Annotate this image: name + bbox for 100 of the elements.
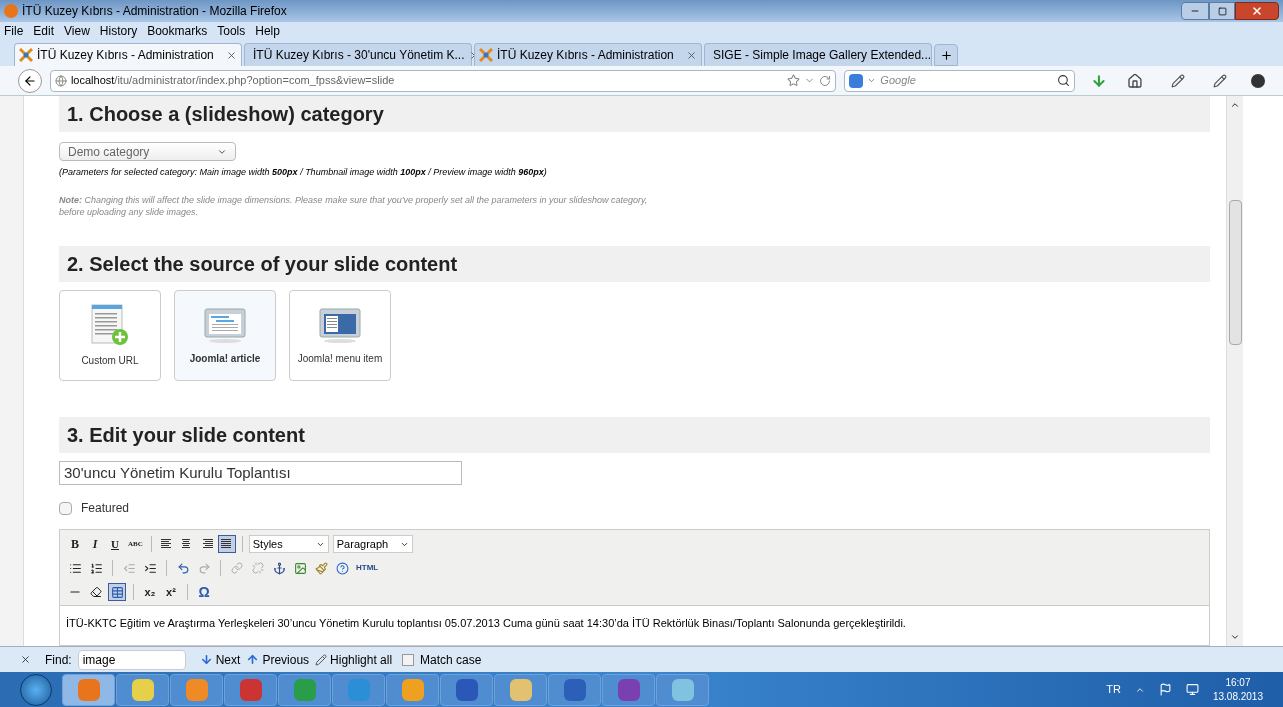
cleanup-button[interactable] (312, 559, 330, 577)
align-lines-icon (220, 539, 233, 549)
paragraph-dropdown[interactable]: Paragraph (332, 535, 413, 553)
image-icon (293, 561, 307, 575)
link-icon (231, 562, 243, 574)
network-icon[interactable] (1185, 683, 1199, 696)
source-card[interactable]: Joomla! menu item (289, 289, 391, 381)
app-icon (185, 678, 208, 701)
editor-text: İTÜ-KKTC Eğitim ve Araştırma Yerleşkeleri 30’uncu Yönetim Kurulu toplantısı 05.07.2013 Cuma günü saat 14:30’da İTÜ Rektörlük Binası/Toplantı Salonunda gerçekleştirildi. (66, 617, 906, 629)
next-button[interactable]: Next (199, 650, 241, 669)
pen-icon (315, 653, 328, 666)
minimize-button[interactable] (1181, 2, 1209, 20)
bookmark-star-icon[interactable] (787, 74, 801, 87)
tab-title: İTÜ Kuzey Kıbrıs - Administration (37, 47, 215, 64)
table-icon (110, 585, 124, 599)
numbered-list-icon (89, 561, 103, 575)
search-field[interactable]: Google (844, 69, 1076, 92)
subscript-button[interactable]: x₂ (141, 583, 159, 601)
category-note: Note: Changing this will affect the slide image dimensions. Please make sure that you've properly set all the parameters in your slideshow category, before uploading any slide images. (59, 193, 649, 218)
maximize-icon (1217, 6, 1227, 16)
pen-icon[interactable] (1171, 73, 1186, 88)
help-button[interactable] (333, 559, 351, 577)
section-header: 2. Select the source of your slide content (59, 245, 1210, 282)
app-icon (401, 678, 424, 701)
align-button[interactable] (217, 535, 236, 553)
close-tab-icon[interactable] (226, 49, 237, 61)
html-button[interactable]: HTML (354, 559, 381, 577)
firefox-logo-icon (4, 4, 18, 18)
menu-item[interactable]: Help (255, 22, 280, 40)
new-tab-button[interactable] (934, 44, 958, 66)
match-case-label: Match case (420, 651, 482, 669)
search-icon[interactable] (1057, 74, 1071, 87)
category-parameters: (Parameters for selected category: Main image width 500px / Thumbnail image width 100px / Preview image width 960px) (59, 166, 548, 179)
align-lines-icon (160, 539, 173, 549)
app-icon (77, 678, 100, 701)
browser-tab[interactable]: İTÜ Kuzey Kıbrıs - Administration (14, 43, 242, 66)
app-icon (617, 678, 640, 701)
source-card[interactable]: Joomla! article (174, 289, 276, 381)
plus-icon (939, 48, 953, 62)
table-button[interactable] (108, 583, 126, 601)
address-bar[interactable]: localhost/itu/administrator/index.php?option=com_fpss&view=slide (49, 69, 837, 92)
match-case-checkbox[interactable] (402, 653, 415, 666)
close-button[interactable] (1235, 2, 1279, 20)
search-engine-icon[interactable] (849, 73, 864, 88)
scroll-up-icon[interactable] (1230, 100, 1240, 110)
source-card[interactable]: Custom URL (59, 289, 161, 381)
redo-icon (197, 561, 211, 575)
featured-checkbox[interactable] (59, 501, 72, 515)
app-icon (671, 678, 694, 701)
find-field[interactable]: image (77, 649, 186, 670)
align-lines-icon (180, 539, 193, 549)
maximize-button[interactable] (1209, 2, 1235, 20)
home-icon[interactable] (1127, 72, 1144, 89)
scroll-thumb[interactable] (1228, 200, 1242, 345)
app-icon (563, 678, 586, 701)
app-icon (293, 678, 316, 701)
help-icon (335, 561, 349, 575)
url-host: localhost (70, 73, 115, 89)
highlight-all-button[interactable]: Highlight all (315, 650, 393, 669)
start-button[interactable] (20, 673, 52, 706)
format-button[interactable]: I (86, 535, 104, 553)
superscript-button[interactable]: x² (162, 583, 180, 601)
close-find-icon[interactable] (20, 654, 31, 665)
menu-item[interactable]: File (4, 22, 24, 40)
menu-item[interactable]: Bookmarks (147, 22, 208, 40)
flag-icon[interactable] (1158, 683, 1172, 696)
scrollbar[interactable] (1226, 96, 1243, 646)
category-select[interactable]: Demo category (59, 142, 236, 161)
undo-icon (176, 561, 190, 575)
app-icon (455, 678, 478, 701)
url-path: /itu/administrator/index.php?option=com_fpss&view=slide (114, 73, 395, 89)
reload-icon[interactable] (819, 74, 832, 87)
styles-dropdown[interactable]: Styles (248, 535, 329, 553)
unlink-icon (252, 562, 264, 574)
menu-item[interactable]: View (64, 22, 90, 40)
browser-tab[interactable]: İTÜ Kuzey Kıbrıs - 30'uncu Yönetim K... (244, 43, 472, 66)
special-character-button[interactable]: Ω (195, 583, 213, 601)
scroll-down-icon[interactable] (1230, 632, 1240, 642)
back-button[interactable] (18, 68, 42, 93)
editor-content-area[interactable]: İTÜ-KKTC Eğitim ve Araştırma Yerleşkeleri 30’uncu Yönetim Kurulu toplantısı 05.07.2013 Cuma günü saat 14:30’da İTÜ Rektörlük Binası/Toplantı Salonunda gerçekleştirildi. (60, 605, 1209, 645)
format-button[interactable]: U (106, 535, 124, 553)
menu-item[interactable]: Tools (217, 22, 246, 40)
clock[interactable]: 16:07 13.08.2013 (1212, 675, 1263, 704)
menu-item[interactable]: History (99, 22, 138, 40)
previous-button[interactable]: Previous (246, 650, 310, 669)
title-field[interactable]: 30'uncu Yönetim Kurulu Toplantısı (59, 460, 462, 485)
browser-tab[interactable]: SIGE - Simple Image Gallery Extended... (704, 43, 932, 66)
menu-item[interactable]: Edit (33, 22, 55, 40)
featured-label: Featured (81, 500, 130, 517)
document-add-icon (90, 302, 130, 347)
browser-tab[interactable]: İTÜ Kuzey Kıbrıs - Administration (474, 43, 702, 66)
close-tab-icon[interactable] (686, 49, 697, 61)
language-indicator[interactable]: TR (1106, 681, 1121, 698)
format-button[interactable]: B (66, 535, 84, 553)
tab-title: İTÜ Kuzey Kıbrıs - Administration (497, 47, 675, 64)
indent-icon (143, 561, 157, 575)
cleanup-icon (314, 561, 328, 575)
bullet-list-icon (68, 561, 82, 575)
pen-icon[interactable] (1213, 73, 1228, 88)
globe-icon (54, 74, 67, 87)
